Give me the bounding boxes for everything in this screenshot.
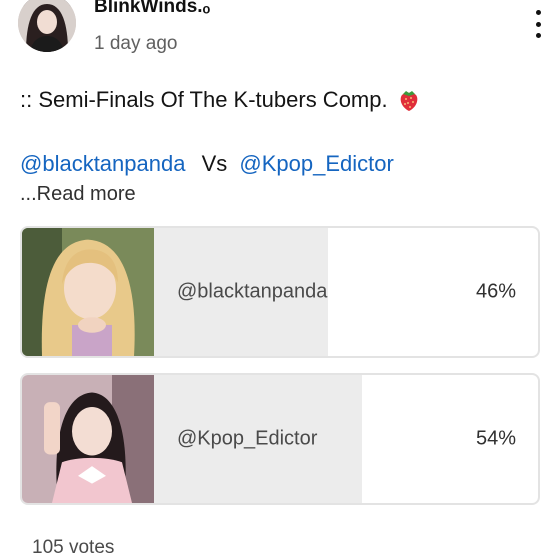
post-timestamp: 1 day ago — [94, 33, 178, 54]
post-text-line: :: Semi-Finals Of The K-tubers Comp. — [20, 87, 388, 112]
poll-option-2[interactable]: @Kpop_Edictor 54% — [20, 373, 540, 505]
option-label: @Kpop_Edictor — [177, 427, 318, 450]
author-name[interactable]: BlinkWinds.ₒ — [94, 0, 210, 18]
strawberry-icon — [396, 87, 422, 113]
vote-count: 105 votes — [32, 537, 115, 558]
mention-link-a[interactable]: @blacktanpanda — [20, 151, 185, 176]
option-label: @blacktanpanda — [177, 280, 328, 303]
post-text: :: Semi-Finals Of The K-tubers Comp. — [20, 87, 422, 113]
more-options-icon[interactable] — [526, 10, 550, 38]
vs-text: Vs — [201, 151, 228, 176]
option-image — [22, 228, 154, 356]
read-more-link[interactable]: ...Read more — [20, 183, 136, 206]
option-image — [22, 375, 154, 503]
option-percent: 54% — [475, 427, 516, 450]
mention-link-b[interactable]: @Kpop_Edictor — [239, 151, 393, 176]
poll-option-1[interactable]: @blacktanpanda 46% — [20, 226, 540, 358]
option-percent: 46% — [475, 280, 516, 303]
post-mentions: @blacktanpanda Vs @Kpop_Edictor — [20, 151, 394, 177]
avatar[interactable] — [18, 0, 76, 52]
